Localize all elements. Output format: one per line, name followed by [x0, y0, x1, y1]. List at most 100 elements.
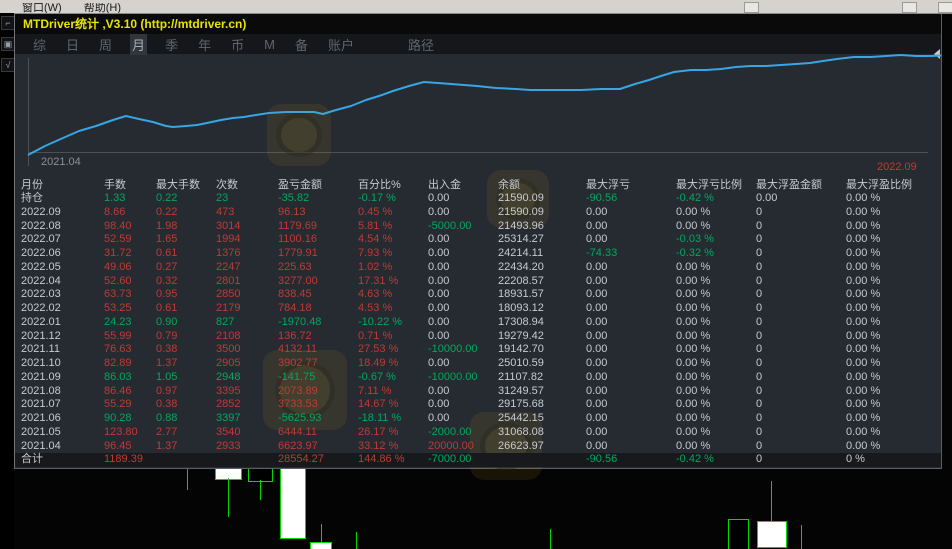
table-cell: 0.00 [428, 329, 450, 342]
table-cell: 0.00 [586, 274, 608, 287]
window-icon[interactable]: ⌐ [1, 16, 15, 30]
table-cell: 90.28 [104, 412, 132, 424]
table-row[interactable]: 2022.09 8.66 0.22 473 96.13 0.45 % 0.00 21590.0… [15, 206, 941, 220]
table-cell: 26.17 % [358, 425, 399, 438]
menu-item-window[interactable]: 窗口(W) [22, 3, 62, 13]
table-cell: 1.33 [104, 192, 126, 204]
table-cell: 0 [756, 357, 763, 369]
x-axis-label-start: 2021.04 [41, 156, 81, 168]
table-cell: 0.00 [586, 302, 608, 314]
table-cell: 2179 [216, 302, 241, 314]
tab-zhanghu[interactable]: 账户 [326, 34, 356, 55]
table-cell: 473 [216, 205, 235, 218]
table-cell: 0.00 [586, 260, 608, 273]
table-row[interactable]: 2021.04 96.45 1.37 2933 6623.97 33.12 % 20000.… [15, 440, 941, 454]
table-row[interactable]: 2021.09 86.03 1.05 2948 -141.75 -0.67 % -10000… [15, 371, 941, 385]
table-cell: 5.81 % [358, 219, 393, 232]
table-cell: 827 [216, 315, 235, 328]
table-cell: 3733.53 [278, 398, 318, 411]
table-cell: 8.66 [104, 205, 126, 218]
table-cell: 22208.57 [498, 274, 544, 287]
table-cell: -7000.00 [428, 453, 472, 466]
toolbar-button[interactable] [744, 2, 759, 13]
table-row[interactable]: 2022.07 52.59 1.65 1994 1100.16 4.54 % 0.00 253… [15, 233, 941, 247]
tab-lujing[interactable]: 路径 [406, 34, 436, 55]
table-cell: 3540 [216, 425, 241, 438]
table-cell: -35.82 [278, 192, 310, 204]
table-cell: 17308.94 [498, 315, 544, 328]
table-cell: 4.54 % [358, 233, 393, 246]
screen: 窗口(W) 帮助(H) ⌐ ▣ √ MTDriver统计 ,V3.10 (htt… [0, 0, 952, 549]
table-row[interactable]: 2022.01 24.23 0.90 827 -1970.48 -10.22 % 0.00 1… [15, 316, 941, 330]
table-cell: 0.71 % [358, 329, 393, 342]
tab-m[interactable]: M [262, 36, 277, 53]
table-cell: 19142.70 [498, 343, 544, 356]
table-cell: 0.00 % [676, 219, 711, 232]
table-row[interactable]: 2022.08 98.40 1.98 3014 1179.69 5.81 % -5000.0… [15, 220, 941, 234]
table-row[interactable]: 2022.03 63.73 0.95 2850 838.45 4.63 % 0.00 1893… [15, 288, 941, 302]
equity-line [27, 54, 941, 156]
check-icon[interactable]: √ [1, 58, 15, 72]
table-row[interactable]: 2021.11 76.63 0.38 3500 4132.11 27.53 % -10000… [15, 343, 941, 357]
table-cell: -10.22 % [358, 315, 403, 328]
table-cell: -0.42 % [676, 192, 714, 204]
table-cell: 0.00 % [676, 329, 711, 342]
table-row[interactable]: 2021.10 82.89 1.37 2905 3902.77 18.49 % 0.00 25… [15, 357, 941, 371]
candlestick-wick [771, 481, 772, 521]
table-cell: 55.29 [104, 398, 132, 411]
table-row-total[interactable]: 合计 1189.39 28554.27 144.86 % -7000.00 -90.56 -… [15, 453, 941, 467]
table-cell: 2073.89 [278, 384, 318, 397]
tab-bei[interactable]: 备 [293, 34, 310, 55]
candlestick-wick [321, 524, 322, 542]
table-row[interactable]: 2021.08 86.46 0.97 3395 2073.89 7.11 % 0.00 312… [15, 385, 941, 399]
tab-nian[interactable]: 年 [196, 34, 213, 55]
image-icon[interactable]: ▣ [1, 37, 15, 51]
table-cell: 4.53 % [358, 302, 393, 314]
table-cell: 0.00 % [676, 439, 711, 452]
candlestick-wick [228, 478, 229, 517]
table-cell: 3397 [216, 412, 241, 424]
tab-zhou[interactable]: 周 [97, 34, 114, 55]
table-cell: 7.11 % [358, 384, 392, 397]
tab-yue[interactable]: 月 [130, 33, 148, 55]
menu-item-help[interactable]: 帮助(H) [84, 3, 121, 13]
table-row[interactable]: 2022.02 53.25 0.61 2179 784.18 4.53 % 0.00 1809… [15, 302, 941, 316]
table-cell: 0 [756, 247, 763, 259]
table-row[interactable]: 2022.04 52.60 0.32 2801 3277.00 17.31 % 0.00 22… [15, 275, 941, 289]
tab-bi[interactable]: 币 [229, 34, 246, 55]
table-cell: 0.00 [586, 343, 608, 356]
table-cell: 2021.11 [21, 343, 60, 356]
table-cell: 2905 [216, 357, 241, 369]
table-cell: 0.00 % [846, 398, 881, 411]
table-cell: 3277.00 [278, 274, 318, 287]
tab-ri[interactable]: 日 [64, 34, 81, 55]
table-row[interactable]: 2021.12 55.99 0.79 2108 136.72 0.71 % 0.00 1927… [15, 330, 941, 344]
panel-title[interactable]: MTDriver统计 ,V3.10 (http://mtdriver.cn) [15, 14, 941, 34]
candlestick-wick [260, 480, 261, 500]
table-cell: 7.93 % [358, 247, 393, 259]
tab-ji[interactable]: 季 [163, 34, 180, 55]
table-cell: 2021.05 [21, 425, 61, 438]
table-cell: 0.00 % [846, 192, 881, 204]
table-cell: 2022.08 [21, 219, 61, 232]
tab-zong[interactable]: 综 [31, 34, 48, 55]
table-row[interactable]: 2021.07 55.29 0.38 2852 3733.53 14.67 % 0.00 29… [15, 398, 941, 412]
table-row[interactable]: 持仓 1.33 0.22 23 -35.82 -0.17 % 0.00 21590.09 -90… [15, 192, 941, 206]
table-row[interactable]: 2022.06 31.72 0.61 1376 1779.91 7.93 % 0.00 242… [15, 247, 941, 261]
table-cell: 3014 [216, 219, 241, 232]
table-cell: 0.32 [156, 274, 178, 287]
table-cell: 2022.01 [21, 315, 61, 328]
table-cell: 24.23 [104, 315, 132, 328]
table-cell: 0.00 [586, 412, 608, 424]
scroll-arrow-icon[interactable] [934, 49, 940, 59]
table-cell: 2021.06 [21, 412, 61, 424]
table-row[interactable]: 2021.05 123.80 2.77 3540 6444.11 26.17 % -2000… [15, 426, 941, 440]
table-cell: 0.00 [586, 329, 608, 342]
table-row[interactable]: 2022.05 49.06 0.27 2247 225.63 1.02 % 0.00 2243… [15, 261, 941, 275]
table-cell: 2948 [216, 370, 241, 383]
table-cell: 0 [756, 453, 763, 466]
table-cell: 0 [756, 370, 763, 383]
table-row[interactable]: 2021.06 90.28 0.88 3397 -5625.93 -18.11 % 0.00… [15, 412, 941, 426]
toolbar-button[interactable] [938, 2, 952, 13]
toolbar-button[interactable] [902, 2, 917, 13]
